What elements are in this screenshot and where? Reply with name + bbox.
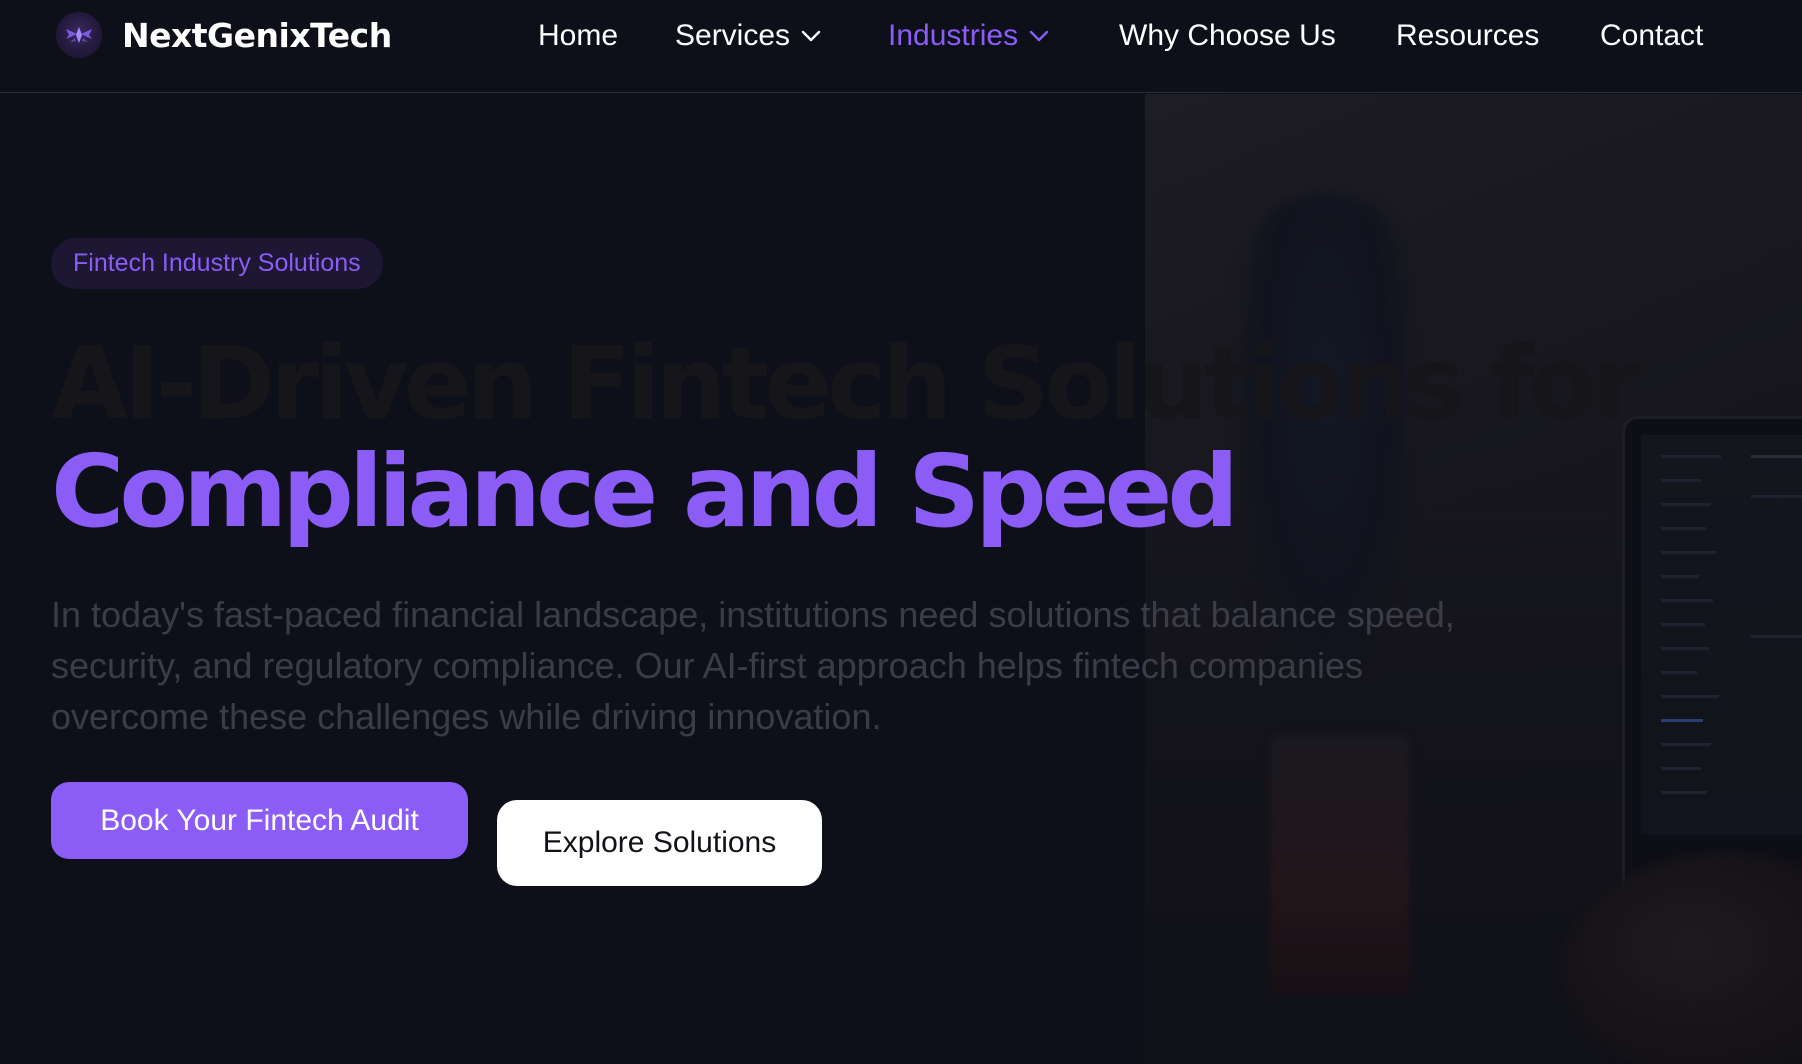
nav-label: Why Choose Us: [1119, 19, 1336, 52]
hero-description: In today's fast-paced financial landscap…: [51, 594, 1455, 737]
industry-badge: Fintech Industry Solutions: [51, 238, 383, 289]
photo-dark-overlay: [1145, 94, 1802, 1064]
nav-item-services[interactable]: Services: [675, 14, 822, 58]
hero-section: Fintech Industry Solutions AI-Driven Fin…: [0, 94, 1802, 1064]
nav-label: Contact: [1600, 19, 1704, 52]
nav-label: Home: [538, 19, 619, 52]
nav-label: Services: [675, 19, 791, 52]
chevron-down-icon: [1029, 30, 1049, 42]
nav-item-industries[interactable]: Industries: [888, 14, 1050, 58]
nav-item-contact[interactable]: Contact: [1600, 14, 1703, 58]
headline-line-2: Compliance and Speed: [51, 433, 1239, 550]
nav-label: Resources: [1396, 19, 1540, 52]
book-fintech-audit-button[interactable]: Book Your Fintech Audit: [51, 782, 468, 859]
nav-item-why-choose-us[interactable]: Why Choose Us: [1119, 14, 1336, 58]
explore-solutions-button[interactable]: Explore Solutions: [497, 800, 822, 886]
nav-item-resources[interactable]: Resources: [1396, 14, 1539, 58]
main-nav: Home Services Industries Why Choose Us R…: [0, 0, 1802, 72]
hero-headline: AI-Driven Fintech Solutions for Complian…: [51, 325, 1641, 550]
page: NextGenixTech Home Services Industries W…: [0, 0, 1802, 1064]
hero-background-photo: [1145, 94, 1802, 1064]
headline-line-1: AI-Driven Fintech Solutions for: [51, 325, 1641, 442]
top-navbar: NextGenixTech Home Services Industries W…: [0, 0, 1802, 93]
chevron-down-icon: [801, 30, 821, 42]
nav-item-home[interactable]: Home: [538, 14, 618, 58]
nav-label: Industries: [888, 19, 1019, 52]
